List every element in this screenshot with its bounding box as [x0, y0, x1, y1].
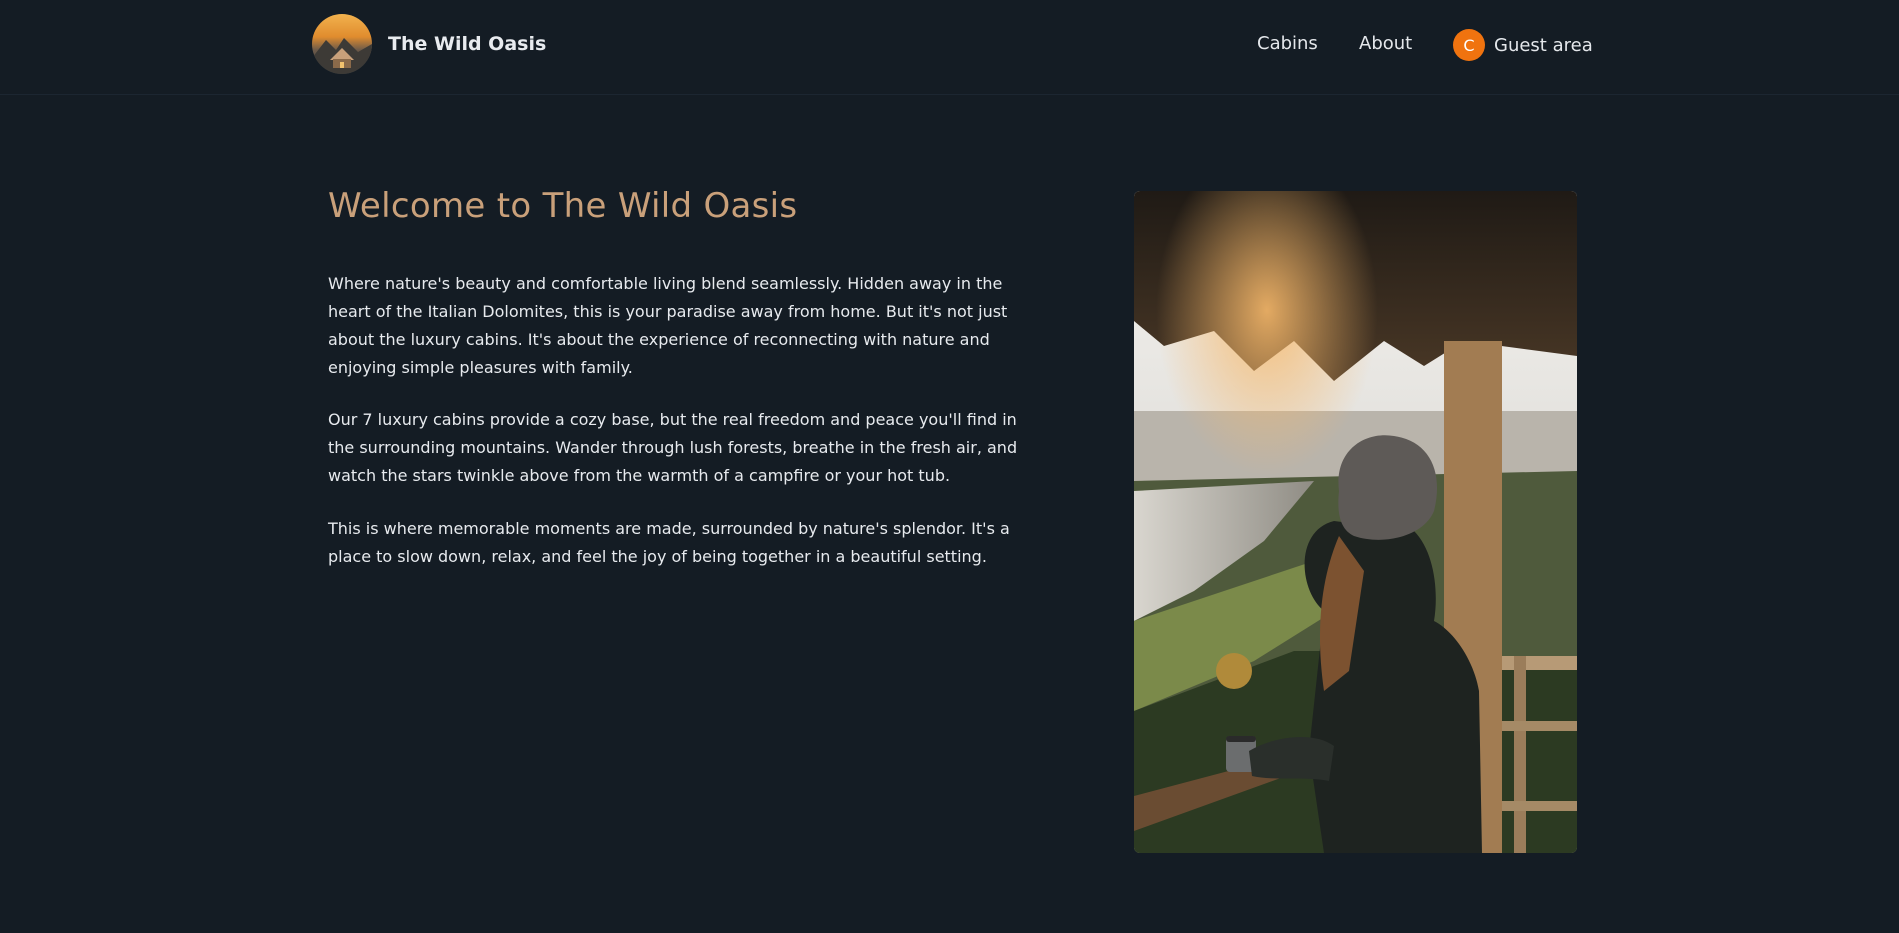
intro-paragraph: Where nature's beauty and comfortable li…	[328, 274, 1008, 377]
avatar: C	[1453, 29, 1485, 61]
nav-about-link[interactable]: About	[1359, 33, 1412, 54]
brand-name: The Wild Oasis	[388, 33, 547, 55]
page-title: Welcome to The Wild Oasis	[328, 186, 798, 226]
nav-guest-area-link[interactable]: C Guest area	[1453, 29, 1593, 61]
moments-paragraph: This is where memorable moments are made…	[328, 519, 1010, 566]
hero-image	[1134, 191, 1577, 853]
nav-cabins-link[interactable]: Cabins	[1257, 33, 1318, 54]
cabins-paragraph: Our 7 luxury cabins provide a cozy base,…	[328, 410, 1018, 485]
brand-home-link[interactable]: The Wild Oasis	[312, 14, 546, 74]
logo-icon	[312, 14, 372, 74]
guest-area-label: Guest area	[1494, 34, 1593, 56]
woman-on-balcony-illustration	[1134, 191, 1577, 853]
site-header: The Wild Oasis Cabins About C Guest area	[0, 0, 1899, 95]
